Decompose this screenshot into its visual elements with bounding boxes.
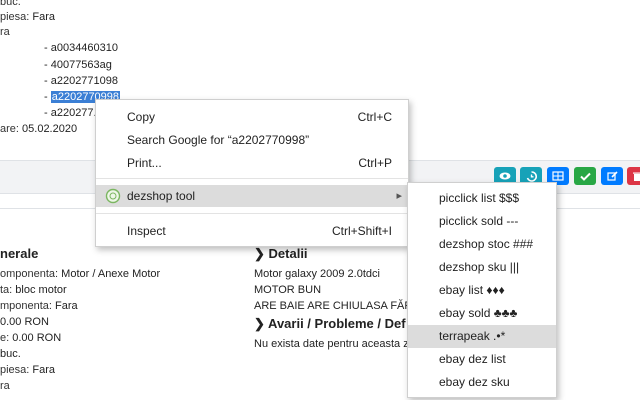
menu-separator — [96, 213, 408, 214]
submenu-item[interactable]: ebay list ♦♦♦ — [408, 279, 556, 302]
menu-item-label: Inspect — [127, 224, 166, 238]
submenu-item[interactable]: picclick sold --- — [408, 210, 556, 233]
field-value: Fara — [32, 364, 56, 376]
submenu-item-label: terrapeak .•* — [439, 329, 506, 343]
general-row: 0.00 RON — [0, 316, 49, 328]
chevron-right-icon: ❯ — [254, 316, 265, 331]
submenu-item[interactable]: picclick list $$$ — [408, 187, 556, 210]
submenu-item-label: picclick list $$$ — [439, 191, 520, 205]
general-row: omponenta: Motor / Anexe Motor — [0, 268, 160, 280]
trash-icon — [633, 172, 640, 181]
general-heading: nerale — [0, 246, 39, 261]
field-value: 0.00 RON — [12, 332, 62, 344]
menu-item-search-google[interactable]: Search Google for “a2202770998” — [96, 129, 408, 151]
delete-button[interactable] — [627, 167, 640, 185]
field-value: 0.00 RON — [0, 316, 49, 328]
general-row: ta: bloc motor — [0, 284, 67, 296]
avarii-text: Nu exista date pentru aceasta zo — [254, 338, 415, 350]
field-value: Motor / Anexe Motor — [61, 268, 161, 280]
submenu-item-highlighted[interactable]: terrapeak .•* — [408, 325, 556, 348]
eye-icon — [499, 172, 511, 180]
menu-item-label: Print... — [127, 156, 162, 170]
menu-item-label: Copy — [127, 110, 156, 124]
field-label: piesa: — [0, 364, 30, 376]
submenu-arrow-icon: ▸ — [396, 190, 402, 202]
details-title: Detalii — [268, 246, 308, 261]
submenu-item-label: dezshop stoc ### — [439, 237, 534, 251]
submenu-item-label: ebay dez sku — [439, 375, 510, 389]
history-icon — [526, 170, 537, 182]
menu-item-print[interactable]: Print... Ctrl+P — [96, 152, 408, 174]
code-prefix: - — [44, 91, 51, 103]
field-label: piesa: — [0, 11, 30, 23]
submenu-item[interactable]: ebay dez sku — [408, 371, 556, 394]
field-value: bloc motor — [15, 284, 67, 296]
menu-item-shortcut: Ctrl+C — [357, 110, 392, 124]
details-line: Motor galaxy 2009 2.0tdci — [254, 268, 380, 280]
context-menu: Copy Ctrl+C Search Google for “a22027709… — [95, 99, 409, 247]
chevron-right-icon: ❯ — [254, 246, 265, 261]
field-label: ra — [0, 26, 10, 38]
general-row: e: 0.00 RON — [0, 332, 61, 344]
field-label: mponenta: — [0, 300, 52, 312]
submenu-item-label: picclick sold --- — [439, 214, 519, 228]
field-label: e: — [0, 332, 10, 344]
submenu-item[interactable]: ebay dez list — [408, 348, 556, 371]
edit-icon — [606, 170, 618, 181]
details-line: ARE BAIE ARE CHIULASA FĂRĂ C — [254, 300, 431, 312]
general-row: mponenta: Fara — [0, 300, 78, 312]
avarii-heading: ❯ Avarii / Probleme / Def — [254, 316, 406, 332]
extension-icon — [105, 188, 121, 204]
general-row: ra — [0, 380, 10, 392]
submenu-item-label: ebay sold ♣♣♣ — [439, 306, 518, 320]
field-row: piesa: Fara — [0, 11, 55, 23]
menu-separator — [96, 178, 408, 179]
field-label: ra — [0, 380, 10, 392]
submenu-item[interactable]: ebay sold ♣♣♣ — [408, 302, 556, 325]
code-item[interactable]: - a2202771098 — [44, 75, 118, 87]
confirm-button[interactable] — [574, 167, 596, 185]
general-row: buc. — [0, 348, 21, 360]
submenu-item-label: ebay list ♦♦♦ — [439, 283, 505, 297]
details-heading: ❯ Detalii — [254, 246, 308, 262]
menu-item-dezshop-tool[interactable]: dezshop tool ▸ — [96, 185, 408, 207]
menu-item-label: Search Google for “a2202770998” — [127, 133, 310, 147]
date-value: 05.02.2020 — [22, 123, 78, 135]
field-label: ta: — [0, 284, 13, 296]
menu-item-label: dezshop tool — [127, 189, 196, 203]
field-label: buc. — [0, 0, 21, 8]
code-item[interactable]: - 40077563ag — [44, 59, 112, 71]
field-value: buc. — [0, 348, 21, 360]
table-icon — [552, 171, 564, 181]
menu-item-inspect[interactable]: Inspect Ctrl+Shift+I — [96, 220, 408, 242]
submenu-item-label: dezshop sku ||| — [439, 260, 520, 274]
date-row: are: 05.02.2020 — [0, 123, 77, 135]
field-label: omponenta: — [0, 268, 59, 280]
menu-item-shortcut: Ctrl+P — [358, 156, 392, 170]
code-item[interactable]: - a0034460310 — [44, 42, 118, 54]
menu-item-shortcut: Ctrl+Shift+I — [331, 224, 392, 238]
edit-button[interactable] — [601, 167, 623, 185]
submenu-item-label: ebay dez list — [439, 352, 506, 366]
menu-item-copy[interactable]: Copy Ctrl+C — [96, 106, 408, 128]
general-row: piesa: Fara — [0, 364, 55, 376]
date-label: are: — [0, 123, 19, 135]
dezshop-submenu: picclick list $$$ picclick sold --- dezs… — [407, 182, 557, 398]
submenu-item[interactable]: dezshop stoc ### — [408, 233, 556, 256]
check-icon — [579, 172, 591, 181]
field-value: Fara — [32, 11, 56, 23]
code-item[interactable]: - a220277... — [44, 107, 103, 119]
details-line: MOTOR BUN — [254, 284, 322, 296]
submenu-item[interactable]: dezshop sku ||| — [408, 256, 556, 279]
field-value: Fara — [55, 300, 78, 312]
avarii-title: Avarii / Probleme / Def — [268, 316, 406, 331]
